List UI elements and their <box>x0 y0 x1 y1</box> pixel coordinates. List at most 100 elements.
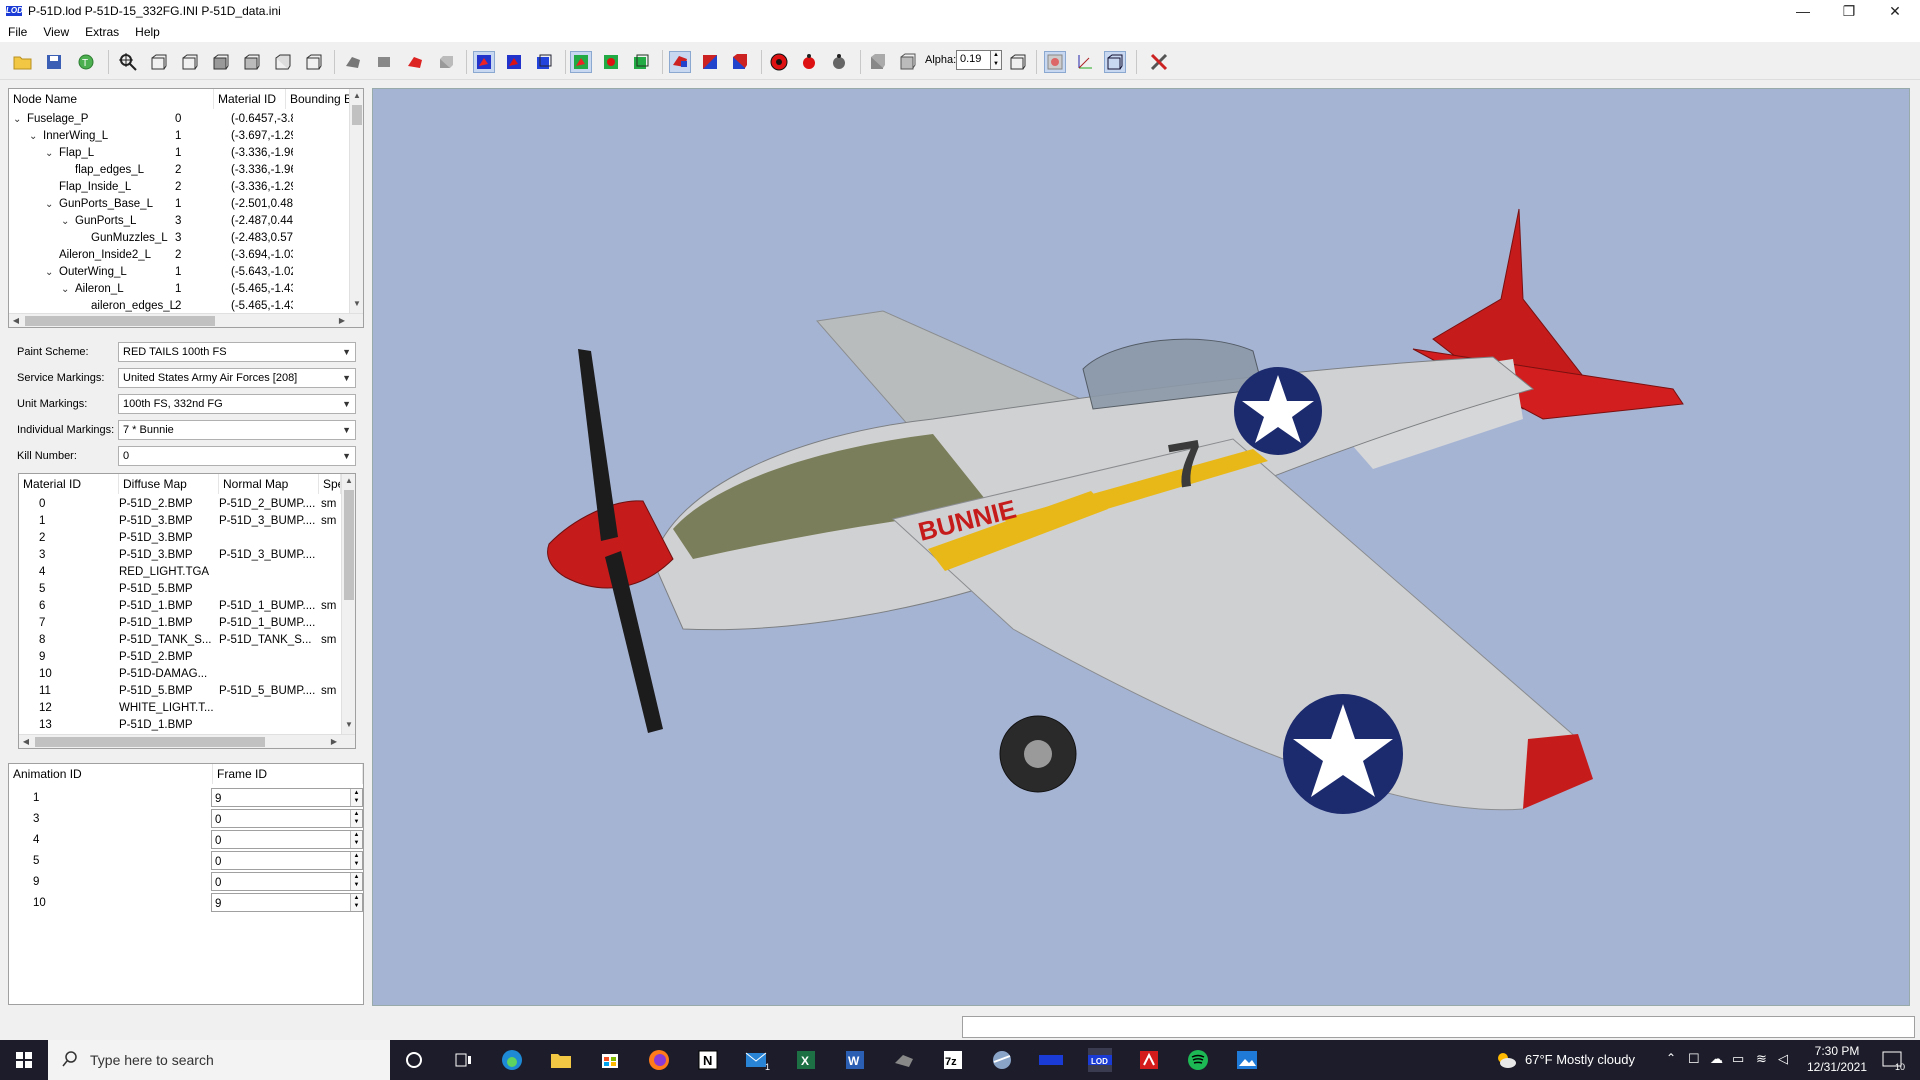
material-row[interactable]: 13 P-51D_1.BMP <box>19 717 341 734</box>
col-material-id[interactable]: Material ID <box>214 89 286 109</box>
7zip-icon[interactable]: 7z <box>941 1048 965 1072</box>
material-row[interactable]: 8 P-51D_TANK_S... P-51D_TANK_S... sm <box>19 632 341 649</box>
kill-number-select[interactable]: 0 ▼ <box>118 446 356 466</box>
photos-icon[interactable] <box>1235 1048 1259 1072</box>
view-back-icon[interactable] <box>179 51 201 73</box>
cloud-icon[interactable]: ☁ <box>1710 1051 1723 1067</box>
normals-red-icon[interactable] <box>600 51 622 73</box>
clock-date[interactable]: 12/31/2021 <box>1802 1060 1872 1074</box>
frame-id-spinbox[interactable]: 0 ▲ ▼ <box>211 872 363 891</box>
frame-id-spinbox[interactable]: 9 ▲ ▼ <box>211 788 363 807</box>
col-diffuse-map[interactable]: Diffuse Map <box>119 474 219 494</box>
open-folder-icon[interactable] <box>12 51 34 73</box>
chevron-down-icon[interactable]: ⌄ <box>13 111 27 128</box>
tree-row[interactable]: ⌄ Flap_L 1 (-3.336,-1.96 <box>9 145 349 162</box>
chevron-down-icon[interactable]: ⌄ <box>45 196 59 213</box>
material-row[interactable]: 11 P-51D_5.BMP P-51D_5_BUMP.... sm <box>19 683 341 700</box>
spinner-arrows-icon[interactable]: ▲ ▼ <box>350 852 362 869</box>
alpha-spinner[interactable]: ▲ ▼ <box>990 50 1002 70</box>
clock-time[interactable]: 7:30 PM <box>1802 1044 1872 1058</box>
materials-vscroll[interactable]: ▲ ▼ <box>341 474 355 734</box>
blue-app-icon[interactable] <box>1039 1048 1063 1072</box>
chevron-down-icon[interactable]: ⌄ <box>45 264 59 281</box>
material-row[interactable]: 4 RED_LIGHT.TGA <box>19 564 341 581</box>
spinner-arrows-icon[interactable]: ▲ ▼ <box>350 831 362 848</box>
tree-row[interactable]: ⌄ Aileron_L 1 (-5.465,-1.43 <box>9 281 349 298</box>
tree-row[interactable]: ⌄ GunPorts_Base_L 1 (-2.501,0.480 <box>9 196 349 213</box>
tree-row[interactable]: ⌄ InnerWing_L 1 (-3.697,-1.29 <box>9 128 349 145</box>
view-bottom-icon[interactable] <box>303 51 325 73</box>
normals-green-icon[interactable] <box>570 51 592 73</box>
tree-row[interactable]: ⌄ Fuselage_P 0 (-0.6457,-3.8 <box>9 111 349 128</box>
damage-target-icon[interactable] <box>768 51 790 73</box>
acrobat-icon[interactable] <box>1137 1048 1161 1072</box>
material-row[interactable]: 10 P-51D-DAMAG... <box>19 666 341 683</box>
menu-help[interactable]: Help <box>127 25 168 39</box>
notion-icon[interactable]: N <box>696 1048 720 1072</box>
menu-view[interactable]: View <box>35 25 77 39</box>
spinner-arrows-icon[interactable]: ▲ ▼ <box>350 789 362 806</box>
spinner-arrows-icon[interactable]: ▲ ▼ <box>350 810 362 827</box>
game-icon[interactable] <box>892 1048 916 1072</box>
chevron-down-icon[interactable]: ⌄ <box>61 281 75 298</box>
model-viewport[interactable]: BUNNIE 7 <box>372 88 1910 1006</box>
tree-row[interactable]: Aileron_Inside2_L 2 (-3.694,-1.03 <box>9 247 349 264</box>
col-frame-id[interactable]: Frame ID <box>213 764 363 784</box>
wifi-icon[interactable]: ≋ <box>1756 1051 1767 1067</box>
tree-row[interactable]: GunMuzzles_L 3 (-2.483,0.579 <box>9 230 349 247</box>
battery-icon[interactable]: ▭ <box>1732 1051 1744 1067</box>
view-front-icon[interactable] <box>148 51 170 73</box>
save-icon[interactable] <box>43 51 65 73</box>
bounds-box-icon[interactable] <box>533 51 555 73</box>
grid-icon[interactable] <box>1044 51 1066 73</box>
axes-icon[interactable] <box>1074 51 1096 73</box>
col-specular[interactable]: Spe <box>319 474 341 494</box>
transparent-box-icon[interactable] <box>897 51 919 73</box>
chevron-down-icon[interactable]: ⌄ <box>61 213 75 230</box>
menu-extras[interactable]: Extras <box>77 25 127 39</box>
taskbar-search[interactable]: Type here to search <box>48 1040 390 1080</box>
material-row[interactable]: 1 P-51D_3.BMP P-51D_3_BUMP.... sm <box>19 513 341 530</box>
tree-vscroll[interactable]: ▲ ▼ <box>349 89 363 313</box>
material-row[interactable]: 3 P-51D_3.BMP P-51D_3_BUMP.... <box>19 547 341 564</box>
wire-icon[interactable] <box>729 51 751 73</box>
tree-row[interactable]: ⌄ GunPorts_L 3 (-2.487,0.446 <box>9 213 349 230</box>
chevron-down-icon[interactable]: ⌄ <box>29 128 43 145</box>
cortana-icon[interactable] <box>402 1048 426 1072</box>
normals-box-icon[interactable] <box>630 51 652 73</box>
tray-app-icon[interactable]: ☐ <box>1688 1051 1700 1067</box>
shade-solid-icon[interactable] <box>373 51 395 73</box>
material-row[interactable]: 12 WHITE_LIGHT.T... <box>19 700 341 717</box>
spinner-arrows-icon[interactable]: ▲ ▼ <box>350 894 362 911</box>
tree-row[interactable]: ⌄ OuterWing_L 1 (-5.643,-1.02 <box>9 264 349 281</box>
frame-id-spinbox[interactable]: 0 ▲ ▼ <box>211 809 363 828</box>
material-row[interactable]: 5 P-51D_5.BMP <box>19 581 341 598</box>
lighting-icon[interactable] <box>669 51 691 73</box>
material-row[interactable]: 2 P-51D_3.BMP <box>19 530 341 547</box>
view-right-icon[interactable] <box>241 51 263 73</box>
alpha-input[interactable]: 0.19 <box>956 50 992 70</box>
firefox-icon[interactable] <box>647 1048 671 1072</box>
task-view-icon[interactable] <box>451 1048 475 1072</box>
col-normal-map[interactable]: Normal Map <box>219 474 319 494</box>
shade-gray-icon[interactable] <box>342 51 364 73</box>
shade-box-icon[interactable] <box>435 51 457 73</box>
col-node-name[interactable]: Node Name <box>9 89 214 109</box>
wire-box-icon[interactable] <box>1007 51 1029 73</box>
tree-row[interactable]: Flap_Inside_L 2 (-3.336,-1.29 <box>9 179 349 196</box>
shade-red-icon[interactable] <box>404 51 426 73</box>
damage-gray-icon[interactable] <box>828 51 850 73</box>
bounds-red-icon[interactable] <box>473 51 495 73</box>
tree-hscroll[interactable]: ◀ ▶ <box>9 313 363 327</box>
material-row[interactable]: 9 P-51D_2.BMP <box>19 649 341 666</box>
frame-id-spinbox[interactable]: 0 ▲ ▼ <box>211 851 363 870</box>
restore-button[interactable]: ❐ <box>1826 0 1872 22</box>
tree-row[interactable]: flap_edges_L 2 (-3.336,-1.96 <box>9 162 349 179</box>
minimize-button[interactable]: — <box>1780 0 1826 22</box>
unit-markings-select[interactable]: 100th FS, 332nd FG ▼ <box>118 394 356 414</box>
menu-file[interactable]: File <box>0 25 35 39</box>
reload-icon[interactable]: T <box>75 51 97 73</box>
lod-viewer-icon[interactable]: LOD <box>1088 1048 1112 1072</box>
volume-icon[interactable]: ◁ <box>1778 1051 1788 1067</box>
plane-tool-icon[interactable] <box>990 1048 1014 1072</box>
